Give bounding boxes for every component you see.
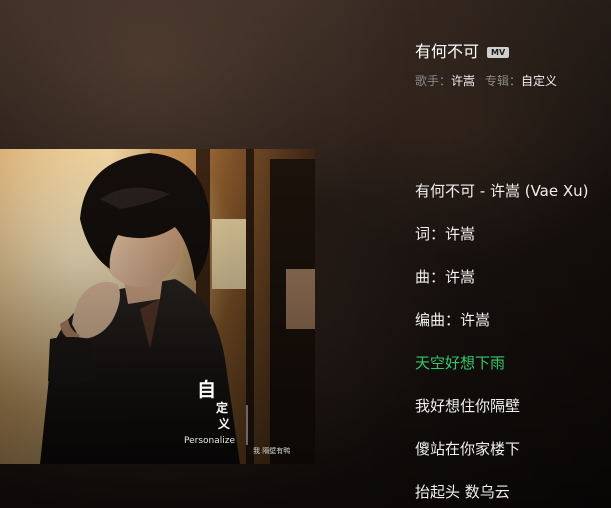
cover-subtitle: Personalize (184, 436, 235, 446)
lyric-line[interactable]: 傻站在你家楼下 (415, 434, 611, 477)
album-cover-art: 自 定 义 Personalize 我 隔壁有鸭 (0, 149, 315, 464)
cover-title-char-3: 义 (217, 416, 231, 431)
lyric-line[interactable]: 编曲：许嵩 (415, 305, 611, 348)
album-link[interactable]: 自定义 (521, 72, 557, 90)
singer-label: 歌手： (415, 74, 452, 88)
album-label: 专辑： (485, 74, 522, 88)
title-row: 有何不可 MV (415, 40, 605, 64)
lyric-line[interactable]: 词：许嵩 (415, 219, 611, 262)
singer-link[interactable]: 许嵩 (451, 72, 475, 90)
cover-title-char-2: 定 (216, 400, 228, 415)
cover-title-char-1: 自 (197, 378, 216, 401)
lyric-line-active[interactable]: 天空好想下雨 (415, 348, 611, 391)
lyric-line[interactable]: 曲：许嵩 (415, 262, 611, 305)
cover-caption: 我 隔壁有鸭 (253, 446, 290, 455)
lyric-line[interactable]: 有何不可 - 许嵩 (Vae Xu) (415, 176, 611, 219)
lyrics-list: 有何不可 - 许嵩 (Vae Xu) 词：许嵩 曲：许嵩 编曲：许嵩 天空好想下雨 我好想… (415, 176, 611, 508)
lyrics-view: 有何不可 MV 歌手： 许嵩 专辑： 自定义 自 定 义 Personalize… (0, 0, 611, 508)
song-title: 有何不可 (415, 42, 480, 61)
song-meta: 歌手： 许嵩 专辑： 自定义 (415, 72, 605, 90)
album-cover: 自 定 义 Personalize 我 隔壁有鸭 (0, 149, 315, 464)
mv-badge-icon[interactable]: MV (487, 46, 510, 58)
song-header: 有何不可 MV 歌手： 许嵩 专辑： 自定义 (415, 40, 605, 90)
lyric-line[interactable]: 抬起头 数乌云 (415, 477, 611, 508)
lyric-line[interactable]: 我好想住你隔壁 (415, 391, 611, 434)
